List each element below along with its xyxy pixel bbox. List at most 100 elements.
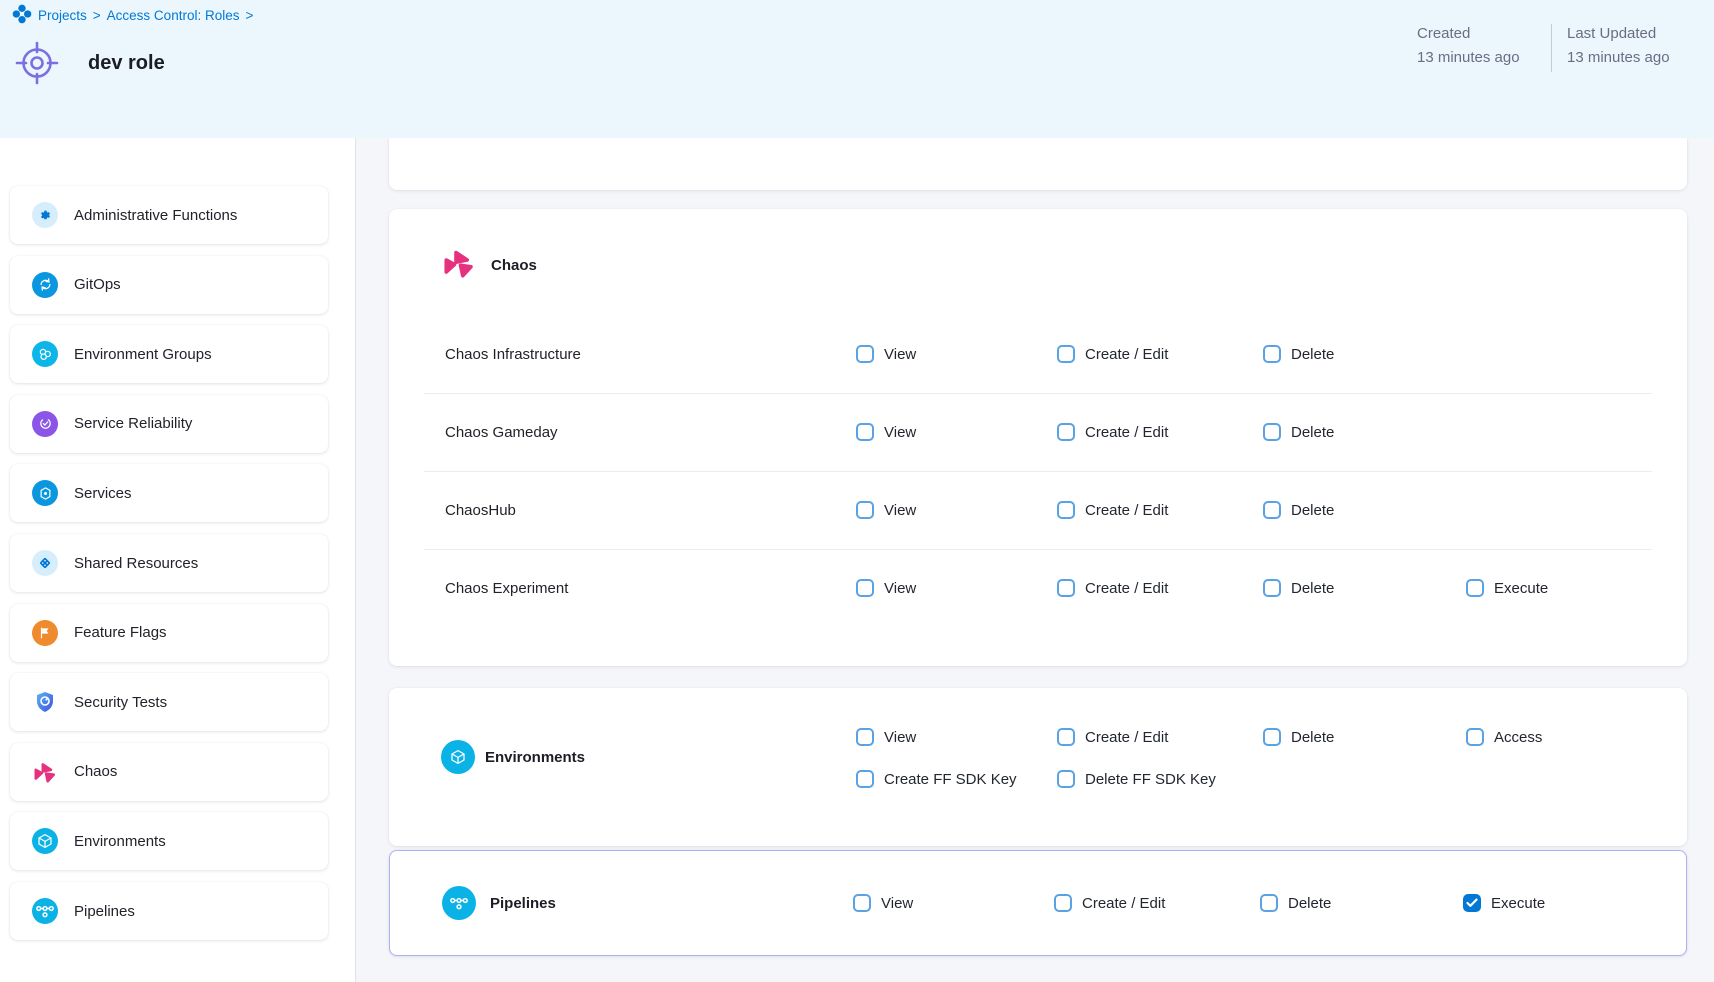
checkbox-unchecked[interactable] — [856, 728, 874, 746]
checkbox-unchecked[interactable] — [856, 423, 874, 441]
checkbox-unchecked[interactable] — [1466, 579, 1484, 597]
chaos-section-header: Chaos — [441, 245, 537, 286]
sidebar-item-label: Administrative Functions — [74, 207, 237, 224]
checkbox-unchecked[interactable] — [1057, 728, 1075, 746]
permission-create-ff-sdk-key[interactable]: Create FF SDK Key — [856, 770, 1017, 788]
checkbox-unchecked[interactable] — [1263, 501, 1281, 519]
checkbox-label: View — [884, 729, 916, 746]
permission-view[interactable]: View — [856, 345, 916, 363]
checkbox-label: View — [884, 346, 916, 363]
checkbox-unchecked[interactable] — [1057, 501, 1075, 519]
sidebar-item-pipelines[interactable]: Pipelines — [10, 882, 328, 940]
sidebar-item-environments[interactable]: Environments — [10, 812, 328, 870]
sidebar-item-label: Feature Flags — [74, 624, 167, 641]
projects-icon — [12, 4, 32, 27]
sidebar-item-label: Services — [74, 485, 132, 502]
permission-delete[interactable]: Delete — [1263, 579, 1334, 597]
checkbox-label: View — [884, 502, 916, 519]
resource-label: Chaos Infrastructure — [445, 346, 856, 363]
last-updated-label: Last Updated — [1567, 22, 1670, 46]
checkbox-unchecked[interactable] — [1057, 770, 1075, 788]
permission-create-edit[interactable]: Create / Edit — [1057, 423, 1168, 441]
checkbox-label: Delete — [1291, 729, 1334, 746]
chaos-section-card: Chaos Chaos Infrastructure View Create / E… — [389, 209, 1687, 666]
permission-execute[interactable]: Execute — [1466, 579, 1548, 597]
section-title: Chaos — [491, 257, 537, 274]
checkbox-label: Delete — [1291, 346, 1334, 363]
permission-create-edit[interactable]: Create / Edit — [1057, 728, 1168, 746]
permission-delete[interactable]: Delete — [1263, 728, 1334, 746]
checkbox-label: Create / Edit — [1082, 895, 1165, 912]
checkbox-label: Delete — [1288, 895, 1331, 912]
sidebar-item-service-reliability[interactable]: Service Reliability — [10, 395, 328, 453]
checkbox-unchecked[interactable] — [853, 894, 871, 912]
resource-label: Chaos Experiment — [445, 580, 856, 597]
permission-delete[interactable]: Delete — [1263, 345, 1334, 363]
permission-delete[interactable]: Delete — [1263, 501, 1334, 519]
permission-view[interactable]: View — [856, 579, 916, 597]
permission-execute[interactable]: Execute — [1463, 894, 1545, 912]
checkbox-label: Delete — [1291, 424, 1334, 441]
permission-access[interactable]: Access — [1466, 728, 1542, 746]
permission-delete[interactable]: Delete — [1263, 423, 1334, 441]
checkbox-label: View — [884, 424, 916, 441]
checkbox-label: Access — [1494, 729, 1542, 746]
checkbox-unchecked[interactable] — [1260, 894, 1278, 912]
checkbox-unchecked[interactable] — [1466, 728, 1484, 746]
permission-view[interactable]: View — [853, 894, 913, 912]
last-updated-value: 13 minutes ago — [1567, 46, 1670, 70]
checkbox-label: Execute — [1494, 580, 1548, 597]
permission-delete-ff-sdk-key[interactable]: Delete FF SDK Key — [1057, 770, 1216, 788]
previous-section-card — [389, 138, 1687, 190]
pipelines-section-card[interactable]: Pipelines ViewCreate / EditDeleteExecute — [389, 850, 1687, 956]
checkbox-label: Create / Edit — [1085, 729, 1168, 746]
sidebar-item-label: GitOps — [74, 276, 121, 293]
checkbox-unchecked[interactable] — [856, 579, 874, 597]
permission-row-chaos-experiment: Chaos ExperimentView Create / Edit Delete E… — [389, 549, 1687, 627]
permission-delete[interactable]: Delete — [1260, 894, 1331, 912]
checkbox-unchecked[interactable] — [856, 501, 874, 519]
permission-create-edit[interactable]: Create / Edit — [1057, 501, 1168, 519]
environments-permission-row-1: View Create / Edit Delete Access — [445, 717, 1687, 757]
checkbox-unchecked[interactable] — [1263, 579, 1281, 597]
shared-resources-icon — [32, 550, 58, 576]
checkbox-unchecked[interactable] — [1054, 894, 1072, 912]
permission-view[interactable]: View — [856, 423, 916, 441]
checkbox-checked[interactable] — [1463, 894, 1481, 912]
pipelines-icon — [442, 886, 476, 920]
pipelines-icon — [32, 898, 58, 924]
checkbox-label: Execute — [1491, 895, 1545, 912]
breadcrumb-projects[interactable]: Projects — [38, 8, 87, 23]
checkbox-label: Create FF SDK Key — [884, 771, 1017, 788]
checkbox-label: Delete — [1291, 502, 1334, 519]
sidebar-item-environment-groups[interactable]: Environment Groups — [10, 325, 328, 383]
meta-divider — [1551, 24, 1552, 72]
admin-functions-icon — [32, 202, 58, 228]
checkbox-unchecked[interactable] — [1263, 423, 1281, 441]
created-value: 13 minutes ago — [1417, 46, 1520, 70]
checkbox-label: Create / Edit — [1085, 346, 1168, 363]
checkbox-unchecked[interactable] — [856, 770, 874, 788]
sidebar-item-security-tests[interactable]: Security Tests — [10, 673, 328, 731]
sidebar-item-services[interactable]: Services — [10, 464, 328, 522]
gitops-icon — [32, 272, 58, 298]
sidebar-item-administrative-functions[interactable]: Administrative Functions — [10, 186, 328, 244]
sidebar-item-gitops[interactable]: GitOps — [10, 256, 328, 314]
checkbox-unchecked[interactable] — [1263, 345, 1281, 363]
checkbox-unchecked[interactable] — [1263, 728, 1281, 746]
breadcrumb-access-control-roles[interactable]: Access Control: Roles — [107, 8, 240, 23]
sidebar-item-shared-resources[interactable]: Shared Resources — [10, 534, 328, 592]
permission-create-edit[interactable]: Create / Edit — [1057, 345, 1168, 363]
permission-view[interactable]: View — [856, 501, 916, 519]
sidebar-item-feature-flags[interactable]: Feature Flags — [10, 604, 328, 662]
checkbox-unchecked[interactable] — [1057, 579, 1075, 597]
permission-view[interactable]: View — [856, 728, 916, 746]
checkbox-unchecked[interactable] — [1057, 345, 1075, 363]
checkbox-label: Create / Edit — [1085, 580, 1168, 597]
service-reliability-icon — [32, 411, 58, 437]
permission-create-edit[interactable]: Create / Edit — [1054, 894, 1165, 912]
checkbox-unchecked[interactable] — [1057, 423, 1075, 441]
permission-create-edit[interactable]: Create / Edit — [1057, 579, 1168, 597]
checkbox-unchecked[interactable] — [856, 345, 874, 363]
sidebar-item-chaos[interactable]: Chaos — [10, 743, 328, 801]
